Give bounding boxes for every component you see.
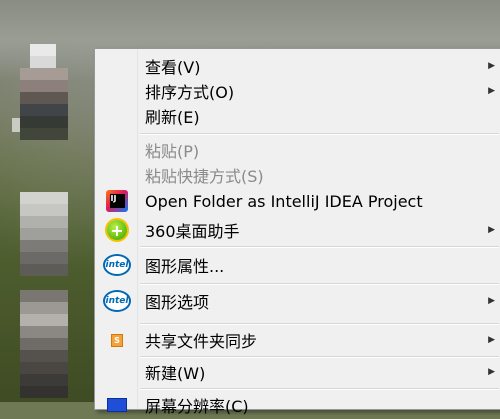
intel-graphics-icon: intel [103,251,131,279]
desktop-icon-pixelated[interactable] [20,44,68,140]
menu-item-graphics-options[interactable]: intel 图形选项 ▶ [95,285,500,317]
menu-item-label: 图形属性... [145,257,225,276]
menu-item-shared-folder-sync[interactable]: S 共享文件夹同步 ▶ [95,327,500,353]
menu-separator [140,388,499,390]
screen-icon [103,391,131,419]
menu-item-label: 刷新(E) [145,108,200,127]
menu-item-view[interactable]: 查看(V) ▶ [95,53,500,79]
menu-item-graphics-properties[interactable]: intel 图形属性... [95,249,500,281]
menu-item-sort-by[interactable]: 排序方式(O) ▶ [95,78,500,104]
menu-item-360-desktop[interactable]: + 360桌面助手 ▶ [95,216,500,244]
intellij-idea-icon: IJ [103,187,131,215]
intel-graphics-icon: intel [103,287,131,315]
menu-item-label: 360桌面助手 [145,222,240,241]
menu-item-label: 新建(W) [145,364,206,383]
menu-item-paste-shortcut[interactable]: 粘贴快捷方式(S) [95,162,500,188]
submenu-arrow-icon: ▶ [488,335,495,345]
menu-item-label: 共享文件夹同步 [145,332,258,351]
submenu-arrow-icon: ▶ [488,61,495,71]
menu-item-screen-resolution[interactable]: 屏幕分辨率(C) [95,392,500,418]
menu-separator [140,323,499,325]
desktop-icon-pixelated[interactable] [20,290,68,398]
submenu-arrow-icon: ▶ [488,367,495,377]
menu-item-open-intellij[interactable]: IJ Open Folder as IntelliJ IDEA Project [95,188,500,214]
menu-item-label: 屏幕分辨率(C) [145,397,249,416]
menu-separator [140,246,499,248]
menu-item-label: 粘贴(P) [145,142,200,161]
sync-icon: S [103,326,131,354]
desktop-context-menu: 查看(V) ▶ 排序方式(O) ▶ 刷新(E) 粘贴(P) 粘贴快捷方式(S) … [94,48,500,416]
desktop-icon-pixelated[interactable] [20,192,68,276]
menu-item-label: 排序方式(O) [145,83,235,102]
menu-item-label: 粘贴快捷方式(S) [145,167,264,186]
menu-item-paste[interactable]: 粘贴(P) [95,137,500,163]
menu-item-refresh[interactable]: 刷新(E) [95,103,500,129]
menu-separator [140,133,499,135]
menu-separator [140,356,499,358]
submenu-arrow-icon: ▶ [488,296,495,306]
360-plus-icon: + [103,216,131,244]
menu-item-label: Open Folder as IntelliJ IDEA Project [145,191,423,211]
menu-item-label: 查看(V) [145,58,201,77]
submenu-arrow-icon: ▶ [488,86,495,96]
menu-item-new[interactable]: 新建(W) ▶ [95,359,500,385]
submenu-arrow-icon: ▶ [488,225,495,235]
menu-item-label: 图形选项 [145,293,210,312]
